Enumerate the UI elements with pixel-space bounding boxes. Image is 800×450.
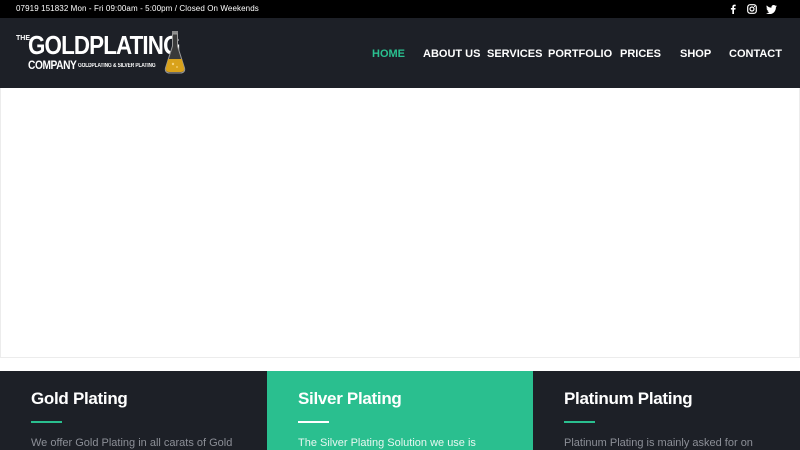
hero-area bbox=[0, 88, 800, 358]
feature-divider bbox=[31, 421, 62, 423]
feature-platinum-plating: Platinum Plating Platinum Plating is mai… bbox=[533, 371, 800, 450]
nav-contact[interactable]: CONTACT bbox=[729, 47, 782, 61]
nav-home[interactable]: HOME bbox=[372, 47, 405, 61]
site-header: THE GOLDPLATING COMPANY GOLDPLATING & SI… bbox=[0, 18, 800, 88]
feature-text: We offer Gold Plating in all carats of G… bbox=[31, 437, 233, 449]
facebook-icon[interactable] bbox=[724, 2, 742, 16]
feature-divider bbox=[298, 421, 329, 423]
feature-title: Gold Plating bbox=[31, 389, 128, 408]
feature-title: Silver Plating bbox=[298, 389, 402, 408]
feature-title: Platinum Plating bbox=[564, 389, 693, 408]
feature-divider bbox=[564, 421, 595, 423]
feature-gold-plating: Gold Plating We offer Gold Plating in al… bbox=[0, 371, 267, 450]
feature-text: Platinum Plating is mainly asked for on bbox=[564, 437, 753, 449]
nav-portfolio[interactable]: PORTFOLIO bbox=[548, 47, 612, 61]
twitter-icon[interactable] bbox=[762, 2, 780, 16]
contact-info: 07919 151832 Mon - Fri 09:00am - 5:00pm … bbox=[16, 4, 259, 13]
social-links bbox=[723, 2, 780, 16]
nav-shop[interactable]: SHOP bbox=[680, 47, 711, 61]
nav-about-us[interactable]: ABOUT US bbox=[423, 47, 480, 61]
top-bar: 07919 151832 Mon - Fri 09:00am - 5:00pm … bbox=[0, 0, 800, 18]
nav-services[interactable]: SERVICES bbox=[487, 47, 542, 61]
instagram-icon[interactable] bbox=[743, 2, 761, 16]
nav-prices[interactable]: PRICES bbox=[620, 47, 661, 61]
features-section: Gold Plating We offer Gold Plating in al… bbox=[0, 371, 800, 450]
feature-text: The Silver Plating Solution we use is bbox=[298, 437, 476, 449]
main-nav: HOME ABOUT US SERVICES PORTFOLIO PRICES … bbox=[0, 47, 800, 61]
logo-tagline: GOLDPLATING & SILVER PLATING bbox=[78, 63, 156, 69]
feature-silver-plating: Silver Plating The Silver Plating Soluti… bbox=[267, 371, 533, 450]
